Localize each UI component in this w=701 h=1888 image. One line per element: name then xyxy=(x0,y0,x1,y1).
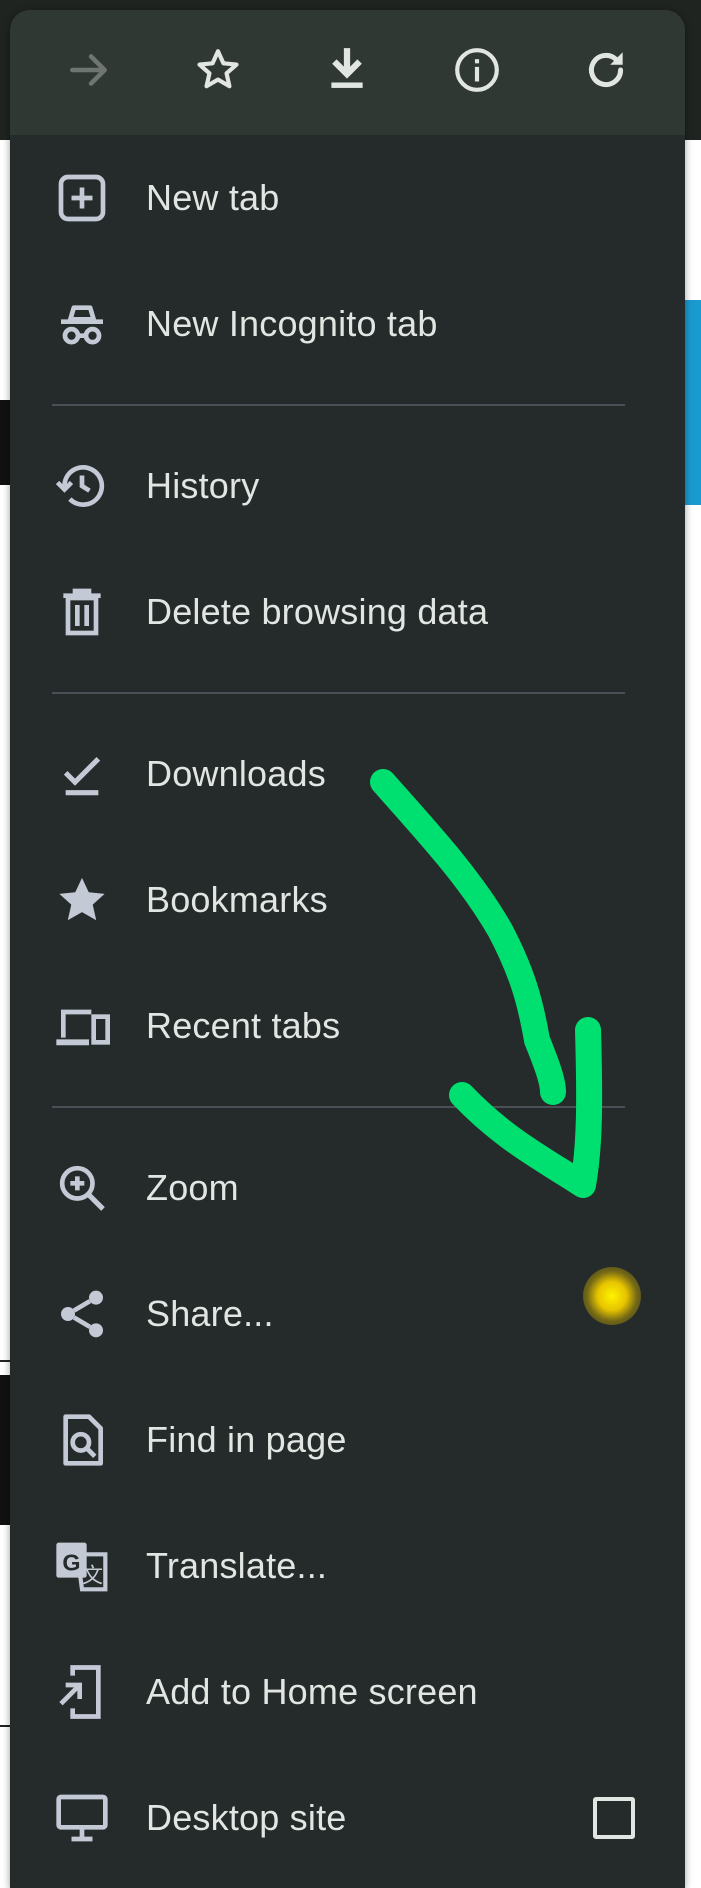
desktop-site-checkbox[interactable] xyxy=(593,1797,635,1839)
menu-item-label: Find in page xyxy=(146,1419,347,1460)
svg-text:G: G xyxy=(62,1550,80,1576)
trash-icon xyxy=(50,580,114,644)
menu-item-find-in-page[interactable]: Find in page xyxy=(10,1377,685,1503)
menu-item-label: Desktop site xyxy=(146,1797,347,1838)
star-filled-icon xyxy=(50,868,114,932)
share-icon xyxy=(50,1282,114,1346)
plus-box-icon xyxy=(50,166,114,230)
menu-divider xyxy=(52,1106,625,1108)
find-in-page-icon xyxy=(50,1408,114,1472)
menu-item-recent-tabs[interactable]: Recent tabs xyxy=(10,963,685,1089)
menu-item-label: History xyxy=(146,465,260,506)
menu-divider xyxy=(52,692,625,694)
star-outline-icon xyxy=(193,45,243,100)
incognito-icon xyxy=(50,292,114,356)
menu-item-label: Recent tabs xyxy=(146,1005,341,1046)
menu-item-bookmarks[interactable]: Bookmarks xyxy=(10,837,685,963)
menu-item-label: New tab xyxy=(146,177,280,218)
reload-button[interactable] xyxy=(566,33,646,113)
menu-item-history[interactable]: History xyxy=(10,423,685,549)
menu-item-zoom[interactable]: Zoom xyxy=(10,1125,685,1251)
menu-item-add-to-home-screen[interactable]: Add to Home screen xyxy=(10,1629,685,1755)
svg-text:文: 文 xyxy=(82,1563,103,1587)
bookmark-page-button[interactable] xyxy=(178,33,258,113)
menu-item-label: Bookmarks xyxy=(146,879,328,920)
page-info-button[interactable] xyxy=(437,33,517,113)
download-icon xyxy=(322,45,372,100)
menu-item-label: New Incognito tab xyxy=(146,303,438,344)
menu-item-new-incognito-tab[interactable]: New Incognito tab xyxy=(10,261,685,387)
arrow-right-icon xyxy=(64,45,114,100)
translate-icon: G文 xyxy=(50,1534,114,1598)
info-icon xyxy=(452,45,502,100)
menu-item-label: Add to Home screen xyxy=(146,1671,478,1712)
devices-icon xyxy=(50,994,114,1058)
download-check-icon xyxy=(50,742,114,806)
menu-item-label: Delete browsing data xyxy=(146,591,489,632)
menu-item-desktop-site[interactable]: Desktop site xyxy=(10,1755,685,1881)
forward-button[interactable] xyxy=(49,33,129,113)
menu-item-downloads[interactable]: Downloads xyxy=(10,711,685,837)
refresh-icon xyxy=(581,45,631,100)
menu-item-delete-browsing-data[interactable]: Delete browsing data xyxy=(10,549,685,675)
tap-indicator xyxy=(583,1267,641,1325)
menu-item-label: Zoom xyxy=(146,1167,239,1208)
menu-item-label: Translate... xyxy=(146,1545,328,1586)
menu-item-share[interactable]: Share... xyxy=(10,1251,685,1377)
menu-toolbar xyxy=(10,10,685,135)
menu-item-new-tab[interactable]: New tab xyxy=(10,135,685,261)
download-page-button[interactable] xyxy=(307,33,387,113)
monitor-icon xyxy=(50,1786,114,1850)
zoom-in-icon xyxy=(50,1156,114,1220)
add-to-home-icon xyxy=(50,1660,114,1724)
menu-item-label: Share... xyxy=(146,1293,274,1334)
menu-item-label: Downloads xyxy=(146,753,326,794)
history-icon xyxy=(50,454,114,518)
menu-item-translate[interactable]: G文 Translate... xyxy=(10,1503,685,1629)
menu-divider xyxy=(52,404,625,406)
browser-overflow-menu: New tab New Incognito tab History Delete… xyxy=(10,10,685,1888)
